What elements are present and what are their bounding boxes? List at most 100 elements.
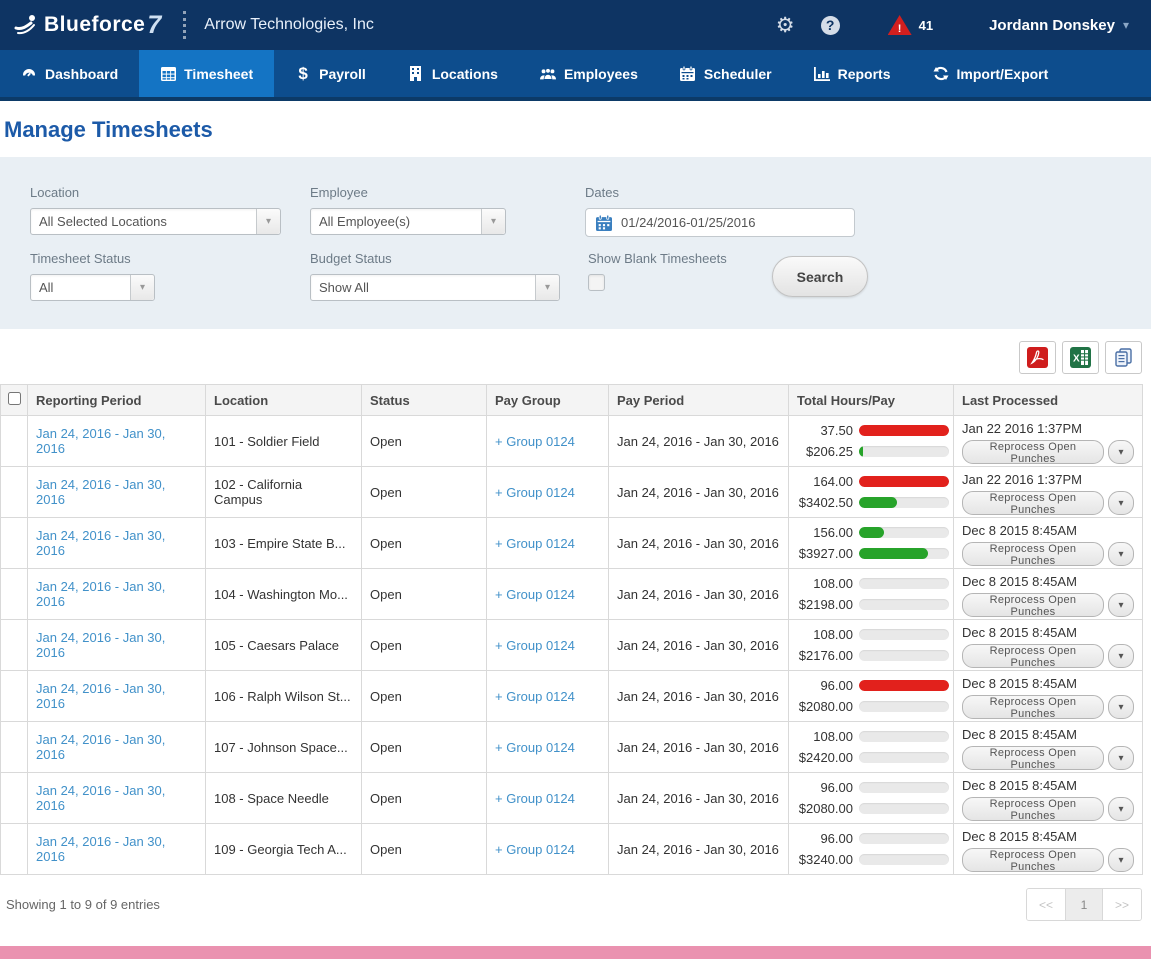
timesheet-status-filter: Timesheet Status All ▾ [30,251,155,301]
total-hours-pay-cell: 108.00 $2176.00 [789,620,954,671]
reprocess-open-punches-button[interactable]: Reprocess Open Punches [962,797,1104,821]
dollar-icon: $ [295,66,311,82]
help-icon[interactable]: ? [821,16,840,35]
table-row: Jan 24, 2016 - Jan 30, 2016 109 - Georgi… [1,824,1143,875]
reporting-period-link[interactable]: Jan 24, 2016 - Jan 30, 2016 [36,834,165,864]
pagination-page-1[interactable]: 1 [1065,889,1103,920]
total-hours-pay-cell: 156.00 $3927.00 [789,518,954,569]
hours-bar-fill [859,527,884,538]
export-pdf-button[interactable] [1019,341,1056,374]
pay-bar [859,497,949,508]
reprocess-dropdown-button[interactable]: ▾ [1108,440,1134,464]
location-cell: 103 - Empire State B... [206,518,362,569]
pagination-prev-button[interactable]: << [1027,889,1065,920]
dates-filter: Dates 01/24/2016-01/25/2016 [585,185,855,237]
reporting-period-link[interactable]: Jan 24, 2016 - Jan 30, 2016 [36,528,165,558]
pay-group-link[interactable]: + Group 0124 [495,638,575,653]
reprocess-dropdown-button[interactable]: ▾ [1108,542,1134,566]
reporting-period-link[interactable]: Jan 24, 2016 - Jan 30, 2016 [36,630,165,660]
col-header-total-hours-pay[interactable]: Total Hours/Pay [789,385,954,416]
reprocess-dropdown-button[interactable]: ▾ [1108,593,1134,617]
pay-group-link[interactable]: + Group 0124 [495,740,575,755]
export-copy-button[interactable] [1105,341,1142,374]
pagination-next-button[interactable]: >> [1103,889,1141,920]
reprocess-dropdown-button[interactable]: ▾ [1108,491,1134,515]
col-header-last-processed[interactable]: Last Processed [954,385,1143,416]
budget-status-select[interactable]: Show All ▾ [310,274,560,301]
col-header-location[interactable]: Location [206,385,362,416]
alerts-indicator[interactable]: ! 41 [888,15,933,35]
col-header-pay-period[interactable]: Pay Period [609,385,789,416]
reporting-period-link[interactable]: Jan 24, 2016 - Jan 30, 2016 [36,783,165,813]
pay-group-link[interactable]: + Group 0124 [495,587,575,602]
col-header-status[interactable]: Status [362,385,487,416]
reprocess-open-punches-button[interactable]: Reprocess Open Punches [962,491,1104,515]
last-processed-date: Dec 8 2015 8:45AM [962,676,1134,691]
show-blank-checkbox[interactable] [588,274,605,291]
location-cell: 109 - Georgia Tech A... [206,824,362,875]
last-processed-date: Jan 22 2016 1:37PM [962,472,1134,487]
select-all-checkbox[interactable] [8,392,21,405]
employee-select[interactable]: All Employee(s) ▾ [310,208,506,235]
nav-tab-import-export[interactable]: Import/Export [912,50,1070,97]
pay-group-link[interactable]: + Group 0124 [495,536,575,551]
chevron-down-icon: ▾ [256,209,280,234]
pay-group-link[interactable]: + Group 0124 [495,689,575,704]
reprocess-open-punches-button[interactable]: Reprocess Open Punches [962,542,1104,566]
reprocess-open-punches-button[interactable]: Reprocess Open Punches [962,593,1104,617]
reporting-period-link[interactable]: Jan 24, 2016 - Jan 30, 2016 [36,477,165,507]
location-label: Location [30,185,281,200]
pay-value: $206.25 [793,444,853,459]
reporting-period-link[interactable]: Jan 24, 2016 - Jan 30, 2016 [36,681,165,711]
export-excel-button[interactable]: X [1062,341,1099,374]
reprocess-dropdown-button[interactable]: ▾ [1108,746,1134,770]
last-processed-cell: Dec 8 2015 8:45AM Reprocess Open Punches… [954,620,1143,671]
nav-tab-locations[interactable]: Locations [387,50,519,97]
pay-group-link[interactable]: + Group 0124 [495,434,575,449]
reprocess-open-punches-button[interactable]: Reprocess Open Punches [962,440,1104,464]
nav-tab-employees[interactable]: Employees [519,50,659,97]
last-processed-cell: Dec 8 2015 8:45AM Reprocess Open Punches… [954,671,1143,722]
budget-status-filter: Budget Status Show All ▾ [310,251,560,301]
last-processed-cell: Dec 8 2015 8:45AM Reprocess Open Punches… [954,773,1143,824]
reprocess-open-punches-button[interactable]: Reprocess Open Punches [962,695,1104,719]
col-header-pay-group[interactable]: Pay Group [487,385,609,416]
blueforce-logo[interactable]: Blueforce7 [14,11,161,40]
hours-bar [859,629,949,640]
pagination: << 1 >> [1026,888,1142,921]
settings-gear-icon[interactable]: ⚙ [776,13,795,38]
pay-group-link[interactable]: + Group 0124 [495,791,575,806]
reprocess-open-punches-button[interactable]: Reprocess Open Punches [962,848,1104,872]
reprocess-open-punches-button[interactable]: Reprocess Open Punches [962,746,1104,770]
reprocess-dropdown-button[interactable]: ▾ [1108,848,1134,872]
nav-tab-payroll[interactable]: $ Payroll [274,50,387,97]
location-select[interactable]: All Selected Locations ▾ [30,208,281,235]
show-blank-label: Show Blank Timesheets [588,251,788,266]
pay-period-cell: Jan 24, 2016 - Jan 30, 2016 [609,773,789,824]
reporting-period-link[interactable]: Jan 24, 2016 - Jan 30, 2016 [36,732,165,762]
timesheet-table-icon [160,66,176,82]
budget-status-value: Show All [311,280,535,295]
pay-period-cell: Jan 24, 2016 - Jan 30, 2016 [609,467,789,518]
hours-bar-fill [859,425,949,436]
reprocess-open-punches-button[interactable]: Reprocess Open Punches [962,644,1104,668]
timesheet-status-select[interactable]: All ▾ [30,274,155,301]
table-row: Jan 24, 2016 - Jan 30, 2016 104 - Washin… [1,569,1143,620]
nav-tab-scheduler[interactable]: Scheduler [659,50,793,97]
pay-group-link[interactable]: + Group 0124 [495,842,575,857]
search-button[interactable]: Search [772,256,868,297]
hours-value: 37.50 [793,423,853,438]
col-header-reporting-period[interactable]: Reporting Period [28,385,206,416]
reporting-period-link[interactable]: Jan 24, 2016 - Jan 30, 2016 [36,426,165,456]
nav-tab-reports[interactable]: Reports [793,50,912,97]
reprocess-dropdown-button[interactable]: ▾ [1108,695,1134,719]
reprocess-dropdown-button[interactable]: ▾ [1108,644,1134,668]
nav-tab-dashboard[interactable]: Dashboard [0,50,139,97]
dates-input[interactable]: 01/24/2016-01/25/2016 [585,208,855,237]
reporting-period-link[interactable]: Jan 24, 2016 - Jan 30, 2016 [36,579,165,609]
nav-tab-timesheet[interactable]: Timesheet [139,50,274,97]
reprocess-dropdown-button[interactable]: ▾ [1108,797,1134,821]
status-cell: Open [362,518,487,569]
pay-group-link[interactable]: + Group 0124 [495,485,575,500]
user-menu[interactable]: Jordann Donskey ▾ [989,17,1129,34]
